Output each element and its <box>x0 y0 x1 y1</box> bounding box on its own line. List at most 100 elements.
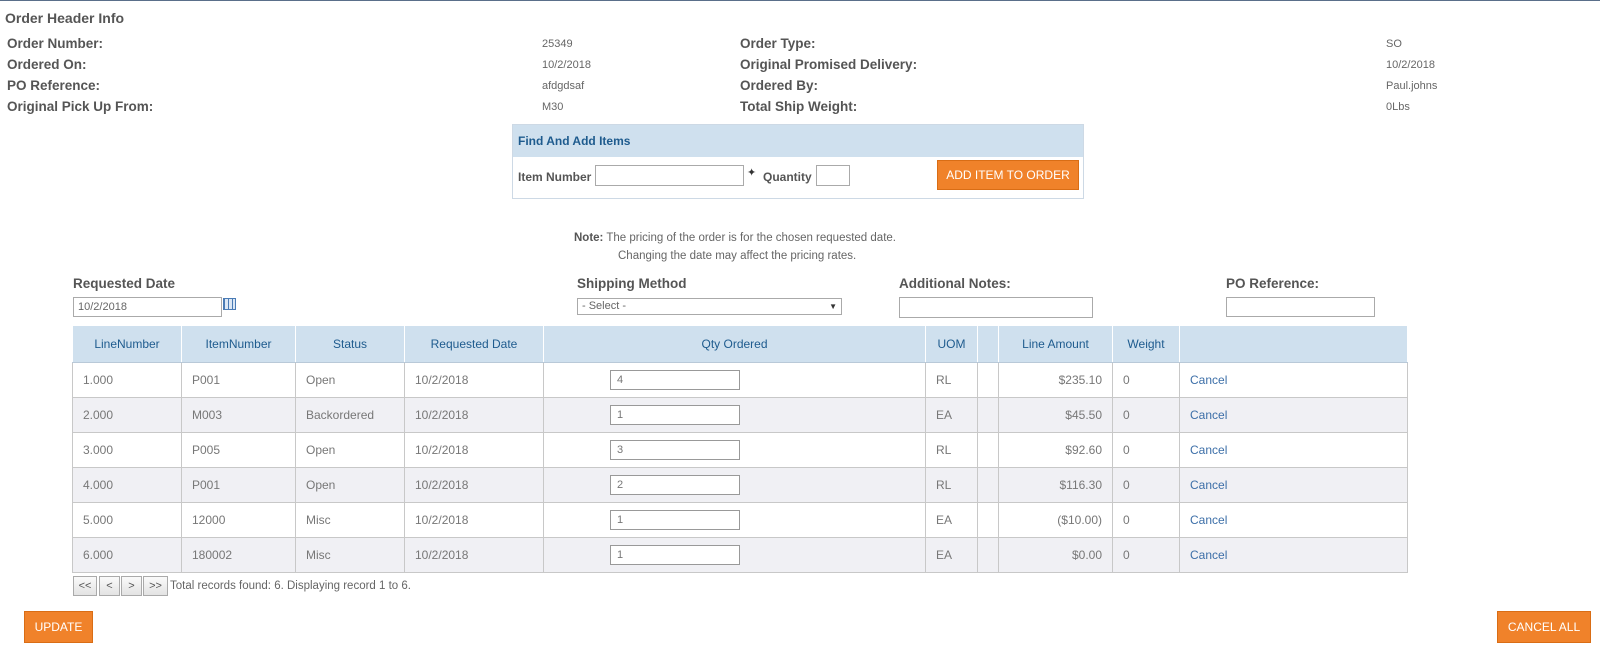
order-lines-table: LineNumber ItemNumber Status Requested D… <box>72 325 1408 573</box>
calendar-icon[interactable] <box>223 298 236 310</box>
table-header-row: LineNumber ItemNumber Status Requested D… <box>72 325 1408 363</box>
cell-uom: RL <box>925 362 978 398</box>
cell-weight: 0 <box>1112 432 1180 468</box>
add-item-to-order-button[interactable]: ADD ITEM TO ORDER <box>937 160 1079 190</box>
cancel-line-link[interactable]: Cancel <box>1190 443 1227 457</box>
chevron-down-icon: ▼ <box>829 302 837 311</box>
cell-action: Cancel <box>1179 537 1408 573</box>
cell-qty <box>543 502 926 538</box>
cell-item-number: P001 <box>181 467 296 503</box>
item-number-input[interactable] <box>595 165 744 186</box>
cell-requested-date: 10/2/2018 <box>404 397 544 433</box>
cell-requested-date: 10/2/2018 <box>404 467 544 503</box>
cell-line-amount: $92.60 <box>998 432 1113 468</box>
additional-notes-textarea[interactable] <box>899 297 1093 318</box>
order-type-value: SO <box>1386 38 1402 50</box>
find-add-items-title: Find And Add Items <box>513 125 1083 157</box>
qty-input[interactable] <box>610 370 740 390</box>
cell-status: Misc <box>295 502 405 538</box>
item-number-label: Item Number <box>518 170 592 184</box>
qty-input[interactable] <box>610 405 740 425</box>
cell-line-number: 3.000 <box>72 432 182 468</box>
cell-line-number: 4.000 <box>72 467 182 503</box>
order-number-label: Order Number: <box>7 36 104 51</box>
cell-status: Misc <box>295 537 405 573</box>
cell-requested-date: 10/2/2018 <box>404 432 544 468</box>
cell-item-number: 180002 <box>181 537 296 573</box>
promised-delivery-value: 10/2/2018 <box>1386 59 1435 71</box>
cell-blank <box>977 502 999 538</box>
promised-delivery-label: Original Promised Delivery: <box>740 57 918 72</box>
col-blank <box>977 325 999 363</box>
item-lookup-icon[interactable]: ✦ <box>747 166 756 179</box>
cell-uom: EA <box>925 537 978 573</box>
cell-uom: RL <box>925 432 978 468</box>
find-add-items-panel: Find And Add Items Item Number ✦ Quantit… <box>512 124 1084 199</box>
pager-prev-button[interactable]: < <box>99 576 120 596</box>
cell-requested-date: 10/2/2018 <box>404 502 544 538</box>
cell-uom: RL <box>925 467 978 503</box>
ordered-by-value: Paul.johns <box>1386 80 1438 92</box>
ordered-on-label: Ordered On: <box>7 57 87 72</box>
cell-line-amount: $235.10 <box>998 362 1113 398</box>
po-reference-form-label: PO Reference: <box>1226 276 1320 291</box>
col-item-number[interactable]: ItemNumber <box>181 325 296 363</box>
cell-status: Open <box>295 362 405 398</box>
shipping-method-select[interactable]: - Select - ▼ <box>577 298 842 315</box>
shipping-method-value: - Select - <box>582 300 627 312</box>
cancel-line-link[interactable]: Cancel <box>1190 373 1227 387</box>
cell-line-amount: ($10.00) <box>998 502 1113 538</box>
quantity-input[interactable] <box>816 165 850 186</box>
additional-notes-label: Additional Notes: <box>899 276 1011 291</box>
cell-status: Backordered <box>295 397 405 433</box>
cell-item-number: M003 <box>181 397 296 433</box>
cell-requested-date: 10/2/2018 <box>404 537 544 573</box>
qty-input[interactable] <box>610 510 740 530</box>
col-requested-date[interactable]: Requested Date <box>404 325 544 363</box>
order-header-title: Order Header Info <box>5 10 125 26</box>
pager-next-button[interactable]: > <box>121 576 142 596</box>
qty-input[interactable] <box>610 475 740 495</box>
pager-status: Total records found: 6. Displaying recor… <box>170 580 411 592</box>
cancel-all-button[interactable]: CANCEL ALL <box>1497 611 1591 643</box>
col-qty-ordered[interactable]: Qty Ordered <box>543 325 926 363</box>
cancel-line-link[interactable]: Cancel <box>1190 408 1227 422</box>
cell-item-number: P001 <box>181 362 296 398</box>
col-uom[interactable]: UOM <box>925 325 978 363</box>
col-line-number[interactable]: LineNumber <box>72 325 182 363</box>
ordered-on-value: 10/2/2018 <box>542 59 591 71</box>
cell-uom: EA <box>925 502 978 538</box>
po-reference-input[interactable] <box>1226 297 1375 317</box>
pager-first-button[interactable]: << <box>73 576 97 596</box>
cell-qty <box>543 362 926 398</box>
order-number-value: 25349 <box>542 38 573 50</box>
pager-last-button[interactable]: >> <box>143 576 168 596</box>
ship-weight-value: 0Lbs <box>1386 101 1410 113</box>
qty-input[interactable] <box>610 545 740 565</box>
cell-status: Open <box>295 467 405 503</box>
po-reference-label: PO Reference: <box>7 78 101 93</box>
requested-date-input[interactable] <box>73 297 222 317</box>
cell-qty <box>543 467 926 503</box>
cancel-line-link[interactable]: Cancel <box>1190 478 1227 492</box>
cell-status: Open <box>295 432 405 468</box>
col-line-amount[interactable]: Line Amount <box>998 325 1113 363</box>
cancel-line-link[interactable]: Cancel <box>1190 548 1227 562</box>
cell-item-number: P005 <box>181 432 296 468</box>
update-button[interactable]: UPDATE <box>24 611 93 643</box>
qty-input[interactable] <box>610 440 740 460</box>
cell-action: Cancel <box>1179 432 1408 468</box>
cancel-line-link[interactable]: Cancel <box>1190 513 1227 527</box>
note-line1: The pricing of the order is for the chos… <box>606 232 896 244</box>
cell-qty <box>543 397 926 433</box>
col-weight[interactable]: Weight <box>1112 325 1180 363</box>
cell-weight: 0 <box>1112 362 1180 398</box>
col-status[interactable]: Status <box>295 325 405 363</box>
cell-line-amount: $45.50 <box>998 397 1113 433</box>
table-row: 3.000 P005 Open 10/2/2018 RL $92.60 0 Ca… <box>72 432 1408 468</box>
cell-line-number: 5.000 <box>72 502 182 538</box>
requested-date-label: Requested Date <box>73 276 176 291</box>
pickup-from-value: M30 <box>542 101 564 113</box>
cell-weight: 0 <box>1112 467 1180 503</box>
cell-blank <box>977 467 999 503</box>
